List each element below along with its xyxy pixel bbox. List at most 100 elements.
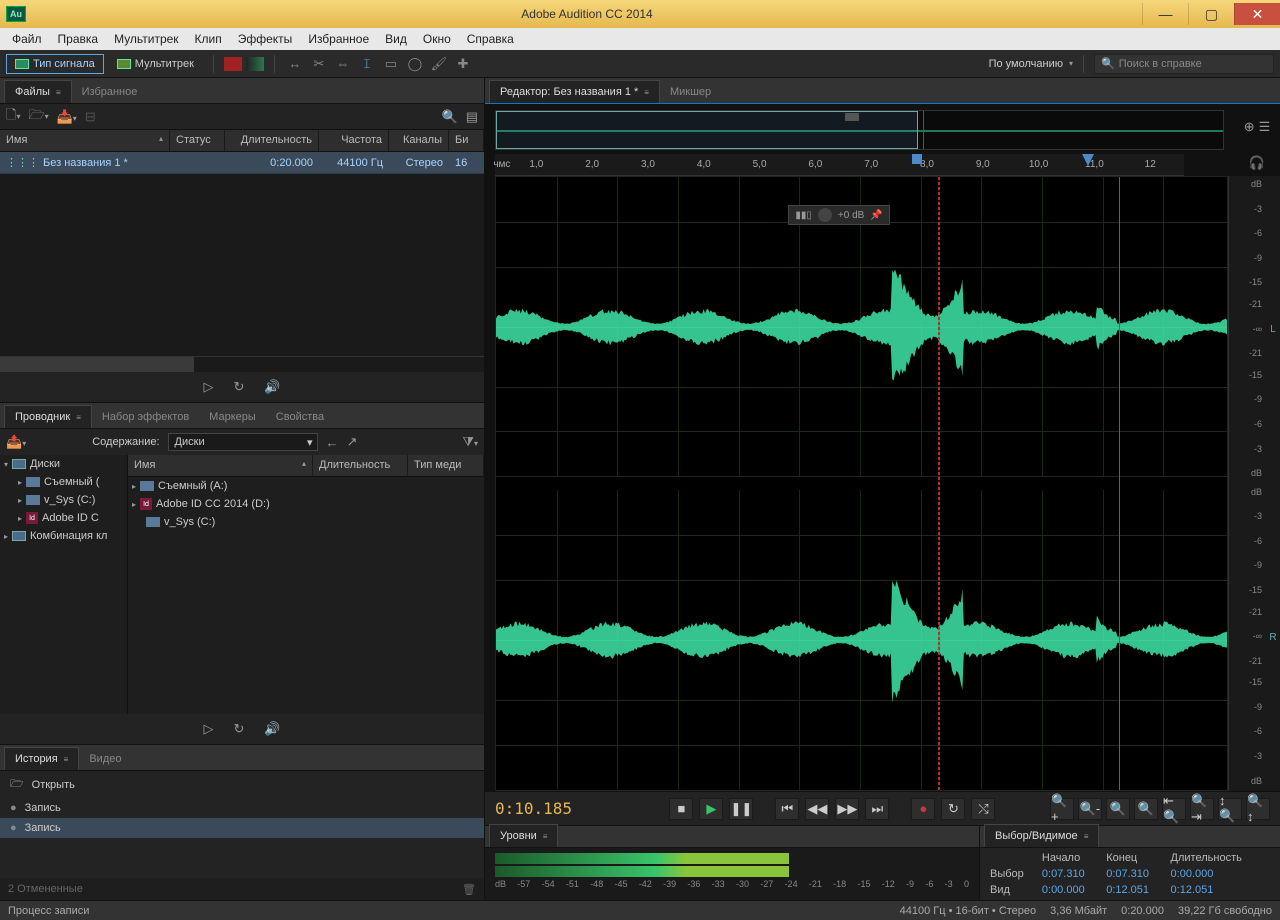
preview-play-icon[interactable]: ▷ [203,379,213,395]
menu-file[interactable]: Файл [4,30,50,48]
goto-start-button[interactable]: ⏮ [775,798,799,820]
mode-waveform[interactable]: Тип сигнала [6,54,104,74]
waveform-display[interactable]: ▮▮▯ +0 dB 📌 [495,176,1228,791]
open-file-icon[interactable]: 🗁▾ [28,106,48,128]
search-placeholder: Поиск в справке [1119,58,1202,70]
filter-files-icon[interactable]: ▤ [466,109,478,125]
files-hscroll[interactable] [0,356,484,372]
loop-button[interactable]: ↻ [941,798,965,820]
zoom-full-icon[interactable]: 🔍 [1106,798,1130,820]
tab-mixer[interactable]: Микшер [660,81,721,103]
tab-browser[interactable]: Проводник ≡ [4,405,92,428]
brush-tool-icon[interactable]: 🖌 [429,54,449,74]
mode-multitrack[interactable]: Мультитрек [108,54,203,74]
preview-autoplay-icon[interactable]: 🔊 [264,379,280,395]
maximize-button[interactable]: ▢ [1188,3,1234,25]
search-files-icon[interactable]: 🔍 [442,109,458,125]
goto-end-button[interactable]: ⏭ [865,798,889,820]
browser-fwd-icon[interactable]: ↗ [347,434,358,450]
sel-dur[interactable]: 0:00.000 [1169,866,1272,882]
browser-back-icon[interactable]: ← [326,435,339,450]
tab-selection[interactable]: Выбор/Видимое ≡ [984,824,1099,847]
menu-edit[interactable]: Правка [50,30,107,48]
preview-loop-icon[interactable]: ↻ [233,379,244,395]
play-button[interactable]: ▶ [699,798,723,820]
view-end[interactable]: 0:12.051 [1104,882,1168,898]
menu-clip[interactable]: Клип [187,30,230,48]
zoom-nav-icon[interactable]: ⊕ [1244,119,1255,135]
browser-tree[interactable]: ▾Диски ▸Съемный ( ▸v_Sys (C:) ▸IdAdobe I… [0,455,128,714]
slip-tool-icon[interactable]: ⇔ [333,54,353,74]
history-item[interactable]: ●Запись [0,798,484,818]
br-play-icon[interactable]: ▷ [203,721,213,737]
menu-view[interactable]: Вид [377,30,415,48]
br-loop-icon[interactable]: ↻ [233,721,244,737]
drive-icon [146,517,160,527]
sel-start[interactable]: 0:07.310 [1040,866,1104,882]
headphone-icon[interactable]: 🎧 [1249,155,1265,170]
tab-effects-rack[interactable]: Набор эффектов [92,406,199,428]
zoom-vert-in-icon[interactable]: ↕🔍 [1218,798,1242,820]
tab-files[interactable]: Файлы ≡ [4,80,72,103]
minimize-button[interactable]: — [1142,3,1188,25]
record-button[interactable]: ● [911,798,935,820]
zoom-in-pt-icon[interactable]: ⇤🔍 [1162,798,1186,820]
playhead[interactable] [1119,177,1120,790]
tab-levels[interactable]: Уровни ≡ [489,824,558,847]
close-button[interactable]: ✕ [1234,3,1280,25]
workspace-dropdown[interactable]: По умолчанию▾ [989,58,1073,70]
swatch-spectral[interactable] [224,57,242,71]
tab-favorites[interactable]: Избранное [72,81,148,103]
menu-effects[interactable]: Эффекты [230,30,301,48]
stop-button[interactable]: ■ [669,798,693,820]
browser-list[interactable]: Имя ▴ Длительность Тип меди ▸Съемный (A:… [128,455,484,714]
tab-history[interactable]: История ≡ [4,747,79,770]
file-row[interactable]: ⋮⋮⋮Без названия 1 * 0:20.000 44100 Гц Ст… [0,152,484,174]
contents-dropdown[interactable]: Диски [168,433,318,451]
hud-gain[interactable]: ▮▮▯ +0 dB 📌 [788,205,889,225]
forward-button[interactable]: ▶▶ [835,798,859,820]
tab-markers[interactable]: Маркеры [199,406,266,428]
overview-scroll[interactable] [495,110,1224,150]
tab-editor[interactable]: Редактор: Без названия 1 * ≡ [489,80,660,103]
tab-properties[interactable]: Свойства [266,406,334,428]
razor-tool-icon[interactable]: ✂ [309,54,329,74]
pause-button[interactable]: ❚❚ [729,798,753,820]
pin-icon[interactable]: 📌 [870,210,882,221]
zoom-sel-icon[interactable]: 🔍 [1134,798,1158,820]
history-item[interactable]: 🗁Открыть [0,771,484,798]
new-file-icon[interactable]: 🗋▾ [6,106,20,128]
browser-filter-icon[interactable]: ⧩▾ [462,434,478,450]
menu-window[interactable]: Окно [415,30,459,48]
zoom-in-icon[interactable]: 🔍+ [1050,798,1074,820]
move-tool-icon[interactable]: ↔ [285,54,305,74]
tab-video[interactable]: Видео [79,748,131,770]
history-item[interactable]: ●Запись [0,818,484,838]
zoom-out-pt-icon[interactable]: 🔍⇥ [1190,798,1214,820]
zoom-vert-out-icon[interactable]: 🔍↕ [1246,798,1270,820]
view-start[interactable]: 0:00.000 [1040,882,1104,898]
menu-help[interactable]: Справка [459,30,522,48]
files-columns[interactable]: Имя ▴ Статус Длительность Частота Каналы… [0,130,484,152]
menu-favorites[interactable]: Избранное [300,30,377,48]
view-dur[interactable]: 0:12.051 [1169,882,1272,898]
zoom-out-icon[interactable]: 🔍- [1078,798,1102,820]
br-auto-icon[interactable]: 🔊 [264,721,280,737]
menu-multitrack[interactable]: Мультитрек [106,30,186,48]
swatch-pitch[interactable] [246,57,264,71]
import-icon[interactable]: 📥▾ [57,109,77,125]
view-list-icon[interactable]: ☰ [1259,119,1271,135]
time-ruler[interactable]: чмс 1,02,03,04,05,06,07,08,09,010,011,01… [495,154,1184,176]
help-search[interactable]: 🔍 Поиск в справке [1094,54,1274,74]
skip-sel-button[interactable]: ⤭ [971,798,995,820]
heal-tool-icon[interactable]: ✚ [453,54,473,74]
rewind-button[interactable]: ◀◀ [805,798,829,820]
selection-region[interactable] [938,177,940,790]
browser-up-icon[interactable]: 📤▾ [6,434,26,450]
time-select-tool-icon[interactable]: 𝙸 [357,54,377,74]
lasso-tool-icon[interactable]: ◯ [405,54,425,74]
timecode[interactable]: 0:10.185 [495,799,625,818]
marquee-tool-icon[interactable]: ▭ [381,54,401,74]
trash-icon[interactable]: 🗑 [462,883,476,896]
sel-end[interactable]: 0:07.310 [1104,866,1168,882]
